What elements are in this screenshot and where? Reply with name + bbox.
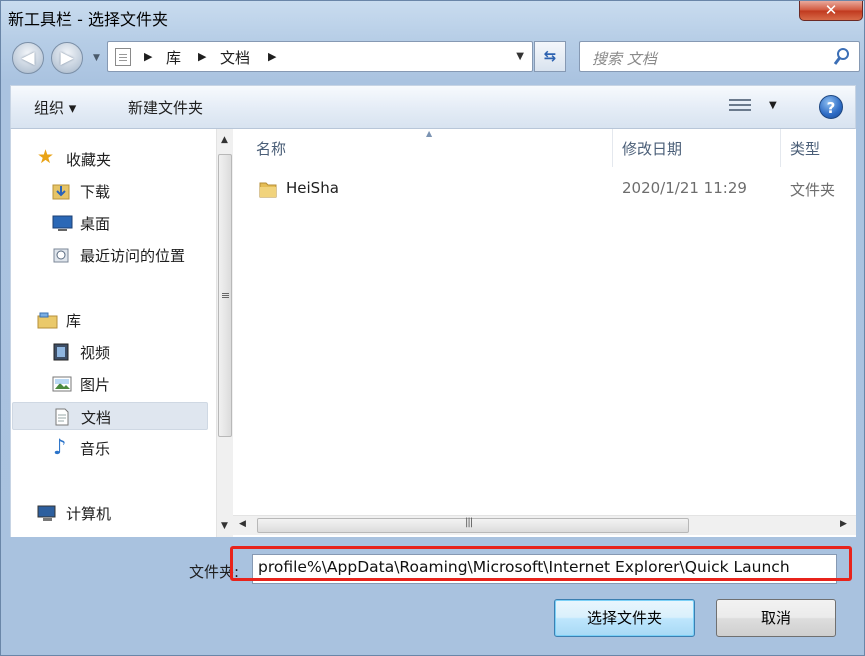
folder-icon (259, 182, 277, 198)
refresh-button[interactable]: ⇆ (534, 41, 566, 72)
help-icon[interactable]: ? (819, 95, 843, 119)
new-folder-button[interactable]: 新建文件夹 (128, 97, 203, 118)
nav-recent-places-label: 最近访问的位置 (80, 247, 186, 265)
breadcrumb-separator-icon[interactable]: ▶ (144, 50, 152, 63)
star-icon: ★ (37, 146, 55, 168)
videos-icon (53, 343, 69, 361)
file-type: 文件夹 (790, 181, 836, 199)
change-view-icon[interactable] (729, 98, 751, 114)
column-header-name[interactable]: 名称 (233, 129, 611, 167)
search-icon[interactable] (833, 47, 851, 67)
scroll-down-icon[interactable]: ▼ (221, 521, 228, 531)
breadcrumb-separator-icon[interactable]: ▶ (198, 50, 206, 63)
downloads-folder-icon (52, 184, 70, 200)
breadcrumb-library[interactable]: 库 (166, 47, 181, 68)
documents-icon (55, 408, 69, 426)
close-button[interactable]: ✕ (799, 1, 863, 21)
nav-pictures[interactable]: 图片 (11, 370, 207, 398)
nav-libraries-label: 库 (66, 312, 82, 330)
back-button[interactable]: ◀ (12, 42, 44, 74)
scroll-left-icon[interactable]: ◀ (239, 519, 246, 529)
nav-pictures-label: 图片 (80, 376, 111, 394)
column-header-modified[interactable]: 修改日期 (613, 129, 780, 167)
view-options-dropdown-icon[interactable]: ▼ (769, 100, 777, 111)
column-type-label: 类型 (790, 140, 821, 158)
nav-music-label: 音乐 (80, 440, 111, 458)
scroll-right-icon[interactable]: ▶ (840, 519, 847, 529)
scroll-up-icon[interactable]: ▲ (221, 135, 228, 145)
search-placeholder: 搜索 文档 (592, 50, 657, 68)
nav-documents-label: 文档 (81, 409, 112, 427)
recent-places-icon (53, 248, 69, 263)
address-dropdown-icon[interactable]: ▼ (516, 51, 524, 62)
refresh-icon: ⇆ (543, 47, 557, 65)
select-folder-dialog: 新工具栏 - 选择文件夹 ✕ ◀ ▶ ▼ ▶ 库 ▶ 文档 ▶ ▼ ⇆ 搜索 文… (0, 0, 865, 656)
nav-desktop-label: 桌面 (80, 215, 111, 233)
nav-videos[interactable]: 视频 (11, 338, 207, 366)
scrollbar-thumb[interactable] (218, 154, 232, 437)
search-input[interactable]: 搜索 文档 (579, 41, 860, 72)
breadcrumb-documents[interactable]: 文档 (220, 47, 250, 68)
title-bar[interactable]: 新工具栏 - 选择文件夹 ✕ (1, 1, 865, 33)
navigation-pane-scrollbar[interactable]: ▲ ▼ (216, 129, 233, 537)
column-name-label: 名称 (256, 140, 287, 158)
window-title: 新工具栏 - 选择文件夹 (8, 10, 168, 29)
nav-favorites[interactable]: ★ 收藏夹 (11, 145, 207, 173)
file-list-horizontal-scrollbar[interactable]: ◀ ||| ▶ (233, 515, 856, 535)
cancel-button[interactable]: 取消 (716, 599, 836, 637)
recent-pages-dropdown-icon[interactable]: ▼ (93, 53, 100, 63)
address-bar[interactable]: ▶ 库 ▶ 文档 ▶ ▼ (107, 41, 533, 72)
column-header-type[interactable]: 类型 (781, 129, 856, 167)
nav-music[interactable]: ♪ 音乐 (11, 434, 207, 462)
breadcrumb-separator-icon[interactable]: ▶ (268, 50, 276, 63)
nav-desktop[interactable]: 桌面 (11, 209, 207, 237)
nav-downloads-label: 下载 (80, 183, 111, 201)
nav-recent-places[interactable]: 最近访问的位置 (11, 241, 207, 269)
red-highlight-box (230, 546, 852, 581)
computer-icon (37, 505, 56, 521)
desktop-icon (52, 215, 73, 231)
command-toolbar: 组织 ▾ 新建文件夹 ▼ ? (10, 85, 856, 129)
nav-downloads[interactable]: 下载 (11, 177, 207, 205)
music-icon: ♪ (53, 435, 67, 459)
table-row[interactable]: HeiSha 2020/1/21 11:29 文件夹 (233, 175, 856, 205)
column-modified-label: 修改日期 (622, 140, 683, 158)
horizontal-scrollbar-thumb[interactable]: ||| (257, 517, 689, 533)
nav-libraries[interactable]: 库 (11, 306, 207, 334)
libraries-icon (37, 312, 58, 329)
file-modified: 2020/1/21 11:29 (622, 179, 747, 197)
select-folder-button[interactable]: 选择文件夹 (554, 599, 695, 637)
nav-favorites-label: 收藏夹 (66, 151, 112, 169)
nav-documents[interactable]: 文档 (12, 402, 208, 430)
nav-videos-label: 视频 (80, 344, 111, 362)
organize-button[interactable]: 组织 ▾ (34, 97, 76, 118)
file-list: ▲ 名称 修改日期 类型 HeiSha 2020/1/21 11:29 文件夹 … (233, 129, 856, 537)
library-icon (115, 48, 131, 66)
nav-computer[interactable]: 计算机 (11, 499, 207, 527)
forward-button[interactable]: ▶ (51, 42, 83, 74)
pictures-icon (52, 376, 72, 392)
navigation-pane: ★ 收藏夹 下载 桌面 最近访问的位置 库 视频 图片 文档 ♪ 音乐 计算机 … (10, 129, 233, 537)
file-name: HeiSha (286, 179, 339, 197)
nav-computer-label: 计算机 (66, 505, 112, 523)
